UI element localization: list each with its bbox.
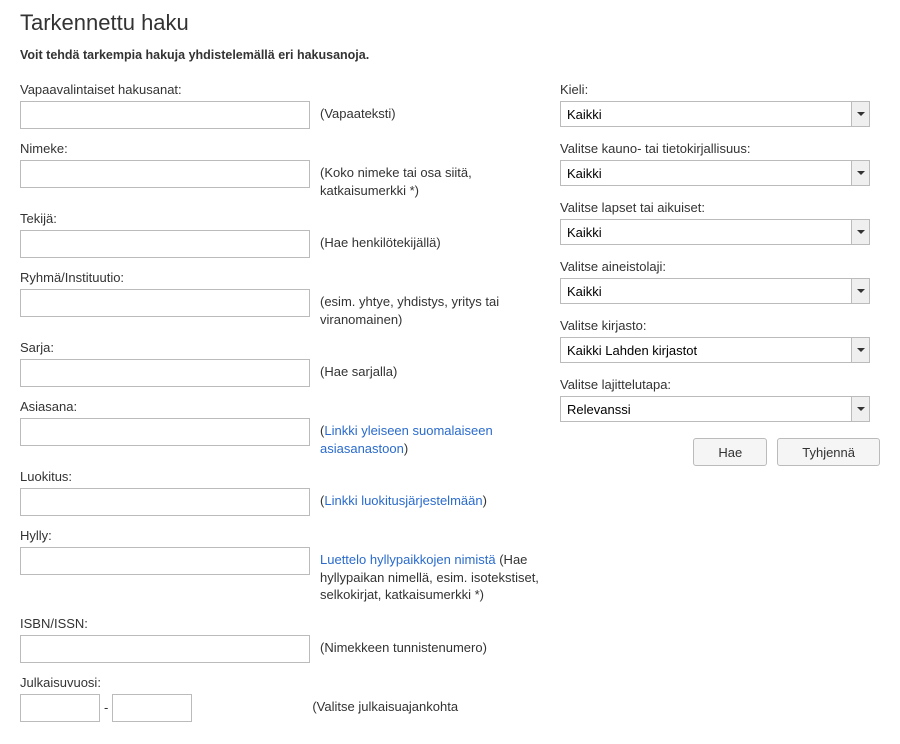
subject-hint-suffix: ) bbox=[404, 441, 408, 456]
left-column: Vapaavalintaiset hakusanat: (Vapaateksti… bbox=[20, 82, 540, 734]
clear-button[interactable]: Tyhjennä bbox=[777, 438, 880, 466]
author-input[interactable] bbox=[20, 230, 310, 258]
free-text-label: Vapaavalintaiset hakusanat: bbox=[20, 82, 540, 97]
author-hint: (Hae henkilötekijällä) bbox=[320, 230, 540, 252]
search-button[interactable]: Hae bbox=[693, 438, 767, 466]
subject-input[interactable] bbox=[20, 418, 310, 446]
shelf-hint: Luettelo hyllypaikkojen nimistä (Hae hyl… bbox=[320, 547, 540, 604]
library-select[interactable]: Kaikki Lahden kirjastot bbox=[560, 337, 870, 363]
subject-hint: (Linkki yleiseen suomalaiseen asiasanast… bbox=[320, 418, 540, 457]
page-title: Tarkennettu haku bbox=[20, 10, 880, 36]
audience-select[interactable]: Kaikki bbox=[560, 219, 870, 245]
classification-hint: (Linkki luokitusjärjestelmään) bbox=[320, 488, 540, 510]
isbn-input[interactable] bbox=[20, 635, 310, 663]
sort-select[interactable]: Relevanssi bbox=[560, 396, 870, 422]
title-hint: (Koko nimeke tai osa siitä, katkaisumerk… bbox=[320, 160, 540, 199]
free-text-input[interactable] bbox=[20, 101, 310, 129]
group-label: Ryhmä/Instituutio: bbox=[20, 270, 540, 285]
audience-label: Valitse lapset tai aikuiset: bbox=[560, 200, 880, 215]
classification-hint-suffix: ) bbox=[483, 493, 487, 508]
classification-link[interactable]: Linkki luokitusjärjestelmään bbox=[324, 493, 482, 508]
title-input[interactable] bbox=[20, 160, 310, 188]
shelf-input[interactable] bbox=[20, 547, 310, 575]
year-label: Julkaisuvuosi: bbox=[20, 675, 540, 690]
series-input[interactable] bbox=[20, 359, 310, 387]
series-hint: (Hae sarjalla) bbox=[320, 359, 540, 381]
year-to-input[interactable] bbox=[112, 694, 192, 722]
right-column: Kieli: Kaikki Valitse kauno- tai tietoki… bbox=[560, 82, 880, 734]
group-input[interactable] bbox=[20, 289, 310, 317]
title-label: Nimeke: bbox=[20, 141, 540, 156]
isbn-label: ISBN/ISSN: bbox=[20, 616, 540, 631]
shelf-link[interactable]: Luettelo hyllypaikkojen nimistä bbox=[320, 552, 496, 567]
fiction-select[interactable]: Kaikki bbox=[560, 160, 870, 186]
free-text-hint: (Vapaateksti) bbox=[320, 101, 540, 123]
sort-label: Valitse lajittelutapa: bbox=[560, 377, 880, 392]
shelf-label: Hylly: bbox=[20, 528, 540, 543]
year-from-input[interactable] bbox=[20, 694, 100, 722]
year-dash: - bbox=[104, 700, 108, 715]
classification-input[interactable] bbox=[20, 488, 310, 516]
group-hint: (esim. yhtye, yhdistys, yritys tai viran… bbox=[320, 289, 540, 328]
material-select[interactable]: Kaikki bbox=[560, 278, 870, 304]
language-label: Kieli: bbox=[560, 82, 880, 97]
library-label: Valitse kirjasto: bbox=[560, 318, 880, 333]
intro-text: Voit tehdä tarkempia hakuja yhdistelemäl… bbox=[20, 48, 880, 62]
language-select[interactable]: Kaikki bbox=[560, 101, 870, 127]
subject-label: Asiasana: bbox=[20, 399, 540, 414]
isbn-hint: (Nimekkeen tunnistenumero) bbox=[320, 635, 540, 657]
year-hint: (Valitse julkaisuajankohta bbox=[312, 694, 540, 716]
series-label: Sarja: bbox=[20, 340, 540, 355]
author-label: Tekijä: bbox=[20, 211, 540, 226]
material-label: Valitse aineistolaji: bbox=[560, 259, 880, 274]
fiction-label: Valitse kauno- tai tietokirjallisuus: bbox=[560, 141, 880, 156]
classification-label: Luokitus: bbox=[20, 469, 540, 484]
